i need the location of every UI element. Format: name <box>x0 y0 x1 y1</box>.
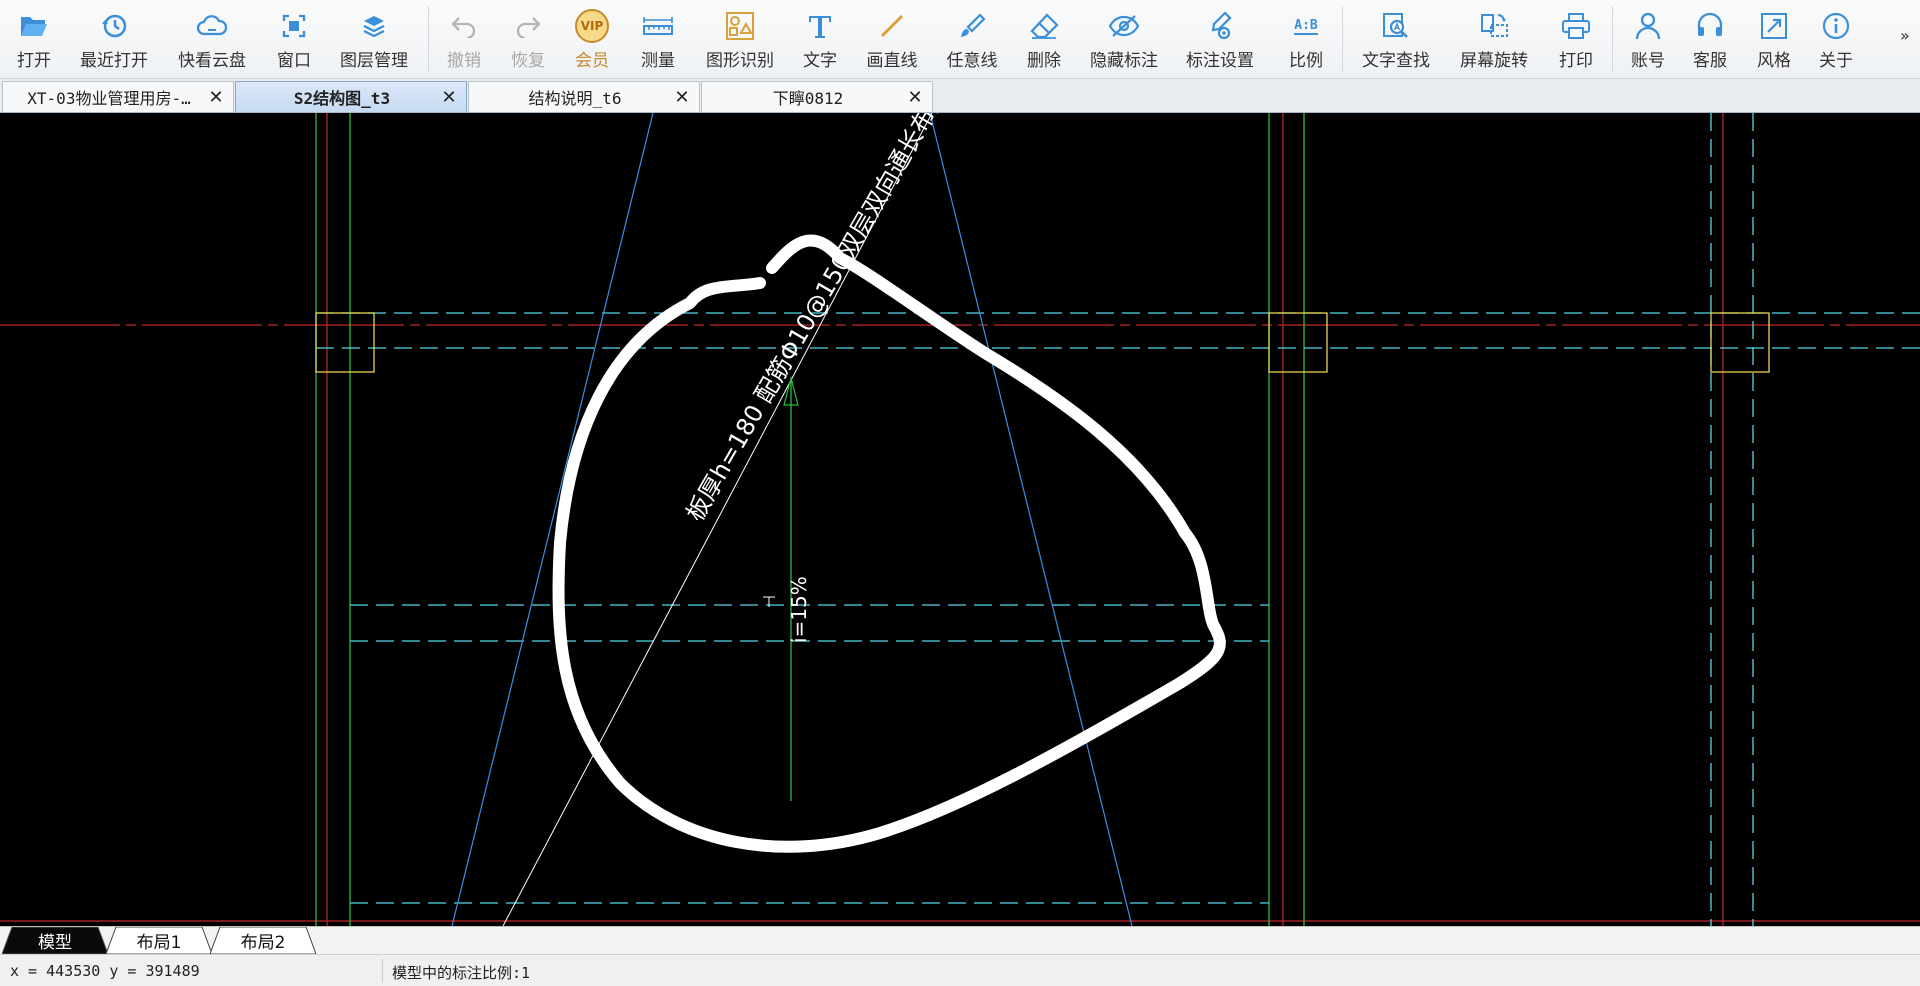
open-button[interactable]: 打开 <box>10 0 58 79</box>
rotate-screen-icon <box>1477 9 1511 43</box>
main-toolbar: 打开 最近打开 快看云盘 窗口 图层管理 撤销 恢复 VIP 会员 测量 图形识… <box>0 0 1920 79</box>
user-icon <box>1631 9 1665 43</box>
undo-button[interactable]: 撤销 <box>442 0 486 79</box>
close-icon[interactable]: ✕ <box>904 87 926 108</box>
tab-label: 布局2 <box>240 933 286 953</box>
delete-button[interactable]: 删除 <box>1022 0 1066 79</box>
style-button[interactable]: 风格 <box>1752 0 1796 79</box>
pen-gear-icon <box>1203 9 1237 43</box>
tab-layout-2[interactable]: 布局2 <box>210 927 316 954</box>
freehand-button[interactable]: 任意线 <box>942 0 1002 79</box>
text-search-icon <box>1379 9 1413 43</box>
support-button[interactable]: 客服 <box>1688 0 1732 79</box>
layers-button[interactable]: 图层管理 <box>336 0 412 79</box>
text-search-button[interactable]: 文字查找 <box>1358 0 1434 79</box>
history-icon <box>97 9 131 43</box>
window-button[interactable]: 窗口 <box>272 0 316 79</box>
info-icon <box>1819 9 1853 43</box>
tab-document-3[interactable]: 结构说明_t6 ✕ <box>468 81 700 112</box>
printer-icon <box>1559 9 1593 43</box>
document-tab-bar: XT-03物业管理用房-… ✕ S2结构图_t3 ✕ 结构说明_t6 ✕ 下矃0… <box>0 79 1920 113</box>
shape-recognize-button[interactable]: 图形识别 <box>702 0 778 79</box>
slab-note-text: 板厚h=180 配筋Φ10@150双层双向通长布置 <box>681 113 953 526</box>
annotation-scale-text: 模型中的标注比例:1 <box>392 964 531 982</box>
status-bar: x = 443530 y = 391489 模型中的标注比例:1 <box>0 954 1920 986</box>
redo-icon <box>511 9 545 43</box>
tab-title: S2结构图_t3 <box>293 89 391 108</box>
brush-icon <box>955 9 989 43</box>
cursor-coordinates: x = 443530 y = 391489 <box>10 962 200 980</box>
redo-button[interactable]: 恢复 <box>506 0 550 79</box>
tab-model[interactable]: 模型 <box>2 927 108 954</box>
cloud-button[interactable]: 快看云盘 <box>174 0 250 79</box>
toolbar-separator <box>1342 6 1343 72</box>
close-icon[interactable]: ✕ <box>438 87 460 108</box>
tab-title: 下矃0812 <box>772 89 844 108</box>
toolbar-separator <box>1612 6 1613 72</box>
toolbar-separator <box>428 6 429 72</box>
undo-icon <box>447 9 481 43</box>
tab-label: 布局1 <box>136 933 182 953</box>
slope-lines <box>451 113 1133 926</box>
cloud-icon <box>195 9 229 43</box>
line-icon <box>875 9 909 43</box>
account-button[interactable]: 账号 <box>1626 0 1670 79</box>
slope-label: i=15% <box>787 576 811 643</box>
cad-drawing: 板厚h=180 配筋Φ10@150双层双向通长布置 i=15% <box>0 113 1920 926</box>
scale-button[interactable]: A:B 比例 <box>1284 0 1328 79</box>
vip-badge-text: VIP <box>575 9 609 43</box>
scale-icon-text: A:B <box>1294 17 1318 35</box>
hide-annotation-button[interactable]: 隐藏标注 <box>1086 0 1162 79</box>
close-icon[interactable]: ✕ <box>671 87 693 108</box>
tab-document-2[interactable]: S2结构图_t3 ✕ <box>235 81 467 112</box>
tab-title: XT-03物业管理用房-… <box>27 89 191 108</box>
freehand-markup[interactable] <box>552 234 1226 853</box>
columns <box>315 312 1770 373</box>
drawing-canvas[interactable]: 板厚h=180 配筋Φ10@150双层双向通长布置 i=15% 59 <box>0 113 1920 926</box>
rotate-screen-button[interactable]: 屏幕旋转 <box>1456 0 1532 79</box>
tab-document-1[interactable]: XT-03物业管理用房-… ✕ <box>2 81 234 112</box>
eraser-icon <box>1027 9 1061 43</box>
eye-hidden-icon <box>1107 9 1141 43</box>
tab-label: 模型 <box>38 933 72 953</box>
measure-button[interactable]: 测量 <box>636 0 680 79</box>
headset-icon <box>1693 9 1727 43</box>
style-icon <box>1757 9 1791 43</box>
vip-button[interactable]: VIP 会员 <box>570 0 614 79</box>
status-divider <box>382 959 383 983</box>
print-button[interactable]: 打印 <box>1554 0 1598 79</box>
tab-document-4[interactable]: 下矃0812 ✕ <box>701 81 933 112</box>
tab-title: 结构说明_t6 <box>528 89 622 108</box>
annotation-settings-button[interactable]: 标注设置 <box>1182 0 1258 79</box>
scale-icon: A:B <box>1289 9 1323 43</box>
tab-layout-1[interactable]: 布局1 <box>106 927 212 954</box>
close-icon[interactable]: ✕ <box>205 87 227 108</box>
text-icon <box>803 9 837 43</box>
toolbar-overflow-button[interactable]: » <box>1900 26 1910 45</box>
about-button[interactable]: 关于 <box>1814 0 1858 79</box>
window-icon <box>277 9 311 43</box>
folder-open-icon <box>17 9 51 43</box>
draw-line-button[interactable]: 画直线 <box>862 0 922 79</box>
text-button[interactable]: 文字 <box>798 0 842 79</box>
ruler-icon <box>641 9 675 43</box>
recent-button[interactable]: 最近打开 <box>76 0 152 79</box>
shape-recognize-icon <box>723 9 757 43</box>
layers-icon <box>357 9 391 43</box>
vip-badge-icon: VIP <box>575 9 609 43</box>
layout-tab-bar: 模型 布局1 布局2 <box>0 926 1920 954</box>
